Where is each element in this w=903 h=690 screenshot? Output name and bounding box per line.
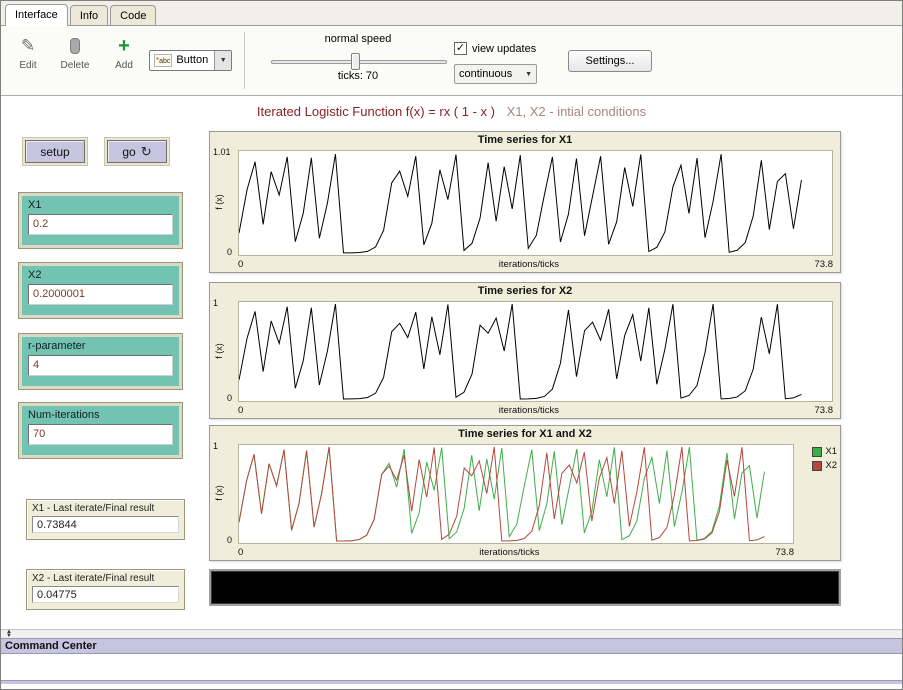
x-min-tick: 0 — [238, 547, 243, 558]
monitor-x1-value: 0.73844 — [32, 516, 179, 533]
x-min-tick: 0 — [238, 405, 243, 416]
command-center-splitter[interactable]: ▲ ▼ — [1, 629, 902, 638]
plot-legend: X1 X2 — [812, 446, 837, 474]
y-axis-label: f (x) — [214, 194, 224, 210]
settings-button[interactable]: Settings... — [568, 50, 652, 72]
model-title: Iterated Logistic Function f(x) = rx ( 1… — [1, 104, 902, 119]
view-updates-row: ✓ view updates — [454, 42, 536, 55]
tab-info[interactable]: Info — [70, 5, 108, 25]
ticks-counter: ticks: 70 — [263, 70, 453, 82]
plot-x2: Time series for X2 1 f (x) 0 0 iteration… — [209, 282, 841, 419]
x1-pen-swatch — [812, 447, 822, 457]
plot-canvas — [238, 444, 794, 544]
monitor-x2-value: 0.04775 — [32, 586, 179, 603]
pencil-icon: ✎ — [9, 35, 47, 57]
input-num-iterations: Num-iterations 70 — [19, 403, 182, 458]
input-x2: X2 0.2000001 — [19, 263, 182, 318]
y-min-tick: 0 — [227, 247, 232, 257]
x-axis-label: iterations/ticks — [479, 547, 539, 558]
edit-button[interactable]: ✎ Edit — [9, 35, 47, 71]
x2-pen-swatch — [812, 461, 822, 471]
y-axis-label: f (x) — [214, 485, 224, 501]
view-updates-label: view updates — [472, 43, 536, 55]
x-min-tick: 0 — [238, 259, 243, 270]
command-center-header[interactable]: Command Center — [1, 638, 902, 654]
legend-item-x2: X2 — [812, 460, 837, 471]
x-axis-label: iterations/ticks — [499, 405, 559, 416]
go-button[interactable]: go ↻ — [107, 140, 167, 163]
x1-field[interactable]: 0.2 — [28, 214, 173, 235]
setup-button-frame: setup — [22, 137, 88, 166]
view-updates-checkbox[interactable]: ✓ — [454, 42, 467, 55]
y-axis-label: f (x) — [214, 343, 224, 359]
x-max-tick: 73.8 — [814, 259, 833, 270]
speed-label: normal speed — [263, 33, 453, 45]
y-min-tick: 0 — [227, 535, 232, 545]
x-axis-label: iterations/ticks — [499, 259, 559, 270]
plot-canvas — [238, 301, 833, 402]
monitor-x1-final: X1 - Last iterate/Final result 0.73844 — [26, 499, 185, 540]
input-r-parameter: r-parameter 4 — [19, 334, 182, 389]
y-min-tick: 0 — [227, 393, 232, 403]
toolbar: ✎ Edit Delete + Add *abc Button ▼ normal… — [1, 26, 902, 96]
plot-x1: Time series for X1 1.01 f (x) 0 0 iterat… — [209, 131, 841, 273]
input-x1: X1 0.2 — [19, 193, 182, 248]
x2-field[interactable]: 0.2000001 — [28, 284, 173, 305]
setup-button[interactable]: setup — [25, 140, 85, 163]
abc-icon: *abc — [154, 54, 172, 67]
y-max-tick: 1.01 — [213, 147, 231, 157]
tab-code[interactable]: Code — [110, 5, 156, 25]
world-view[interactable] — [209, 569, 841, 606]
chevron-down-icon[interactable]: ▼ — [214, 51, 231, 70]
widget-type-dropdown[interactable]: *abc Button ▼ — [149, 50, 232, 71]
add-button[interactable]: + Add — [105, 35, 143, 71]
command-center-output — [1, 654, 902, 680]
y-max-tick: 1 — [213, 298, 218, 308]
y-max-tick: 1 — [213, 441, 218, 451]
toolbar-divider — [244, 32, 245, 89]
update-mode-dropdown[interactable]: continuous ▼ — [454, 64, 537, 84]
plot-x1-x2: Time series for X1 and X2 1 f (x) 0 0 it… — [209, 425, 841, 561]
tab-interface[interactable]: Interface — [5, 4, 68, 26]
num-iterations-field[interactable]: 70 — [28, 424, 173, 445]
monitor-x2-final: X2 - Last iterate/Final result 0.04775 — [26, 569, 185, 610]
go-button-frame: go ↻ — [104, 137, 170, 166]
speed-slider-thumb[interactable] — [351, 53, 360, 70]
legend-item-x1: X1 — [812, 446, 837, 457]
x-max-tick: 73.8 — [775, 547, 794, 558]
plot-canvas — [238, 150, 833, 256]
command-center-input[interactable] — [1, 684, 902, 689]
eraser-icon — [56, 35, 94, 57]
delete-button[interactable]: Delete — [56, 35, 94, 71]
tab-bar: Interface Info Code — [1, 1, 902, 26]
x-max-tick: 73.8 — [814, 405, 833, 416]
netlogo-window: Interface Info Code ✎ Edit Delete + Add … — [0, 0, 903, 690]
forever-icon: ↻ — [141, 146, 152, 158]
plus-icon: + — [105, 35, 143, 57]
chevron-down-icon: ▼ — [525, 71, 532, 78]
r-parameter-field[interactable]: 4 — [28, 355, 173, 376]
